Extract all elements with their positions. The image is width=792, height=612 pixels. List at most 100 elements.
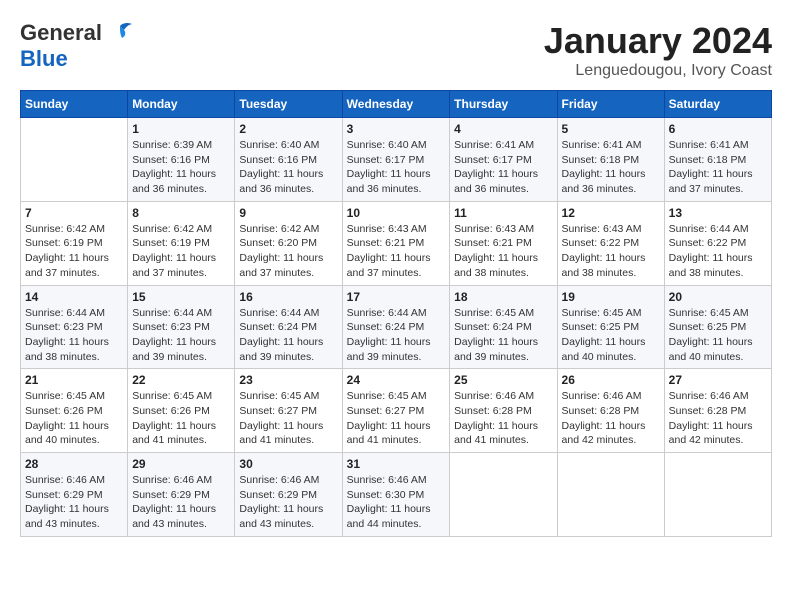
calendar-cell: 5Sunrise: 6:41 AM Sunset: 6:18 PM Daylig…	[557, 118, 664, 202]
calendar-cell: 3 Sunrise: 6:40 AM Sunset: 6:17 PM Daylig…	[342, 118, 450, 202]
calendar-week-row: 28Sunrise: 6:46 AM Sunset: 6:29 PM Dayli…	[21, 453, 772, 537]
day-number: 25	[454, 373, 552, 387]
calendar-cell: 7 Sunrise: 6:42 AM Sunset: 6:19 PM Daylig…	[21, 201, 128, 285]
calendar-week-row: 14Sunrise: 6:44 AM Sunset: 6:23 PM Dayli…	[21, 285, 772, 369]
calendar-cell: 9 Sunrise: 6:42 AM Sunset: 6:20 PM Daylig…	[235, 201, 342, 285]
weekday-header-sunday: Sunday	[21, 91, 128, 118]
page-header: General Blue January 2024 Lenguedougou, …	[20, 20, 772, 80]
calendar-cell: 4 Sunrise: 6:41 AM Sunset: 6:17 PM Daylig…	[450, 118, 557, 202]
calendar-cell: 28Sunrise: 6:46 AM Sunset: 6:29 PM Dayli…	[21, 453, 128, 537]
calendar-cell: 19 Sunrise: 6:45 AM Sunset: 6:25 PM Dayli…	[557, 285, 664, 369]
day-info: Sunrise: 6:45 AM Sunset: 6:27 PM Dayligh…	[239, 389, 337, 448]
day-info: Sunrise: 6:40 AM Sunset: 6:17 PM Dayligh…	[347, 138, 446, 197]
day-number: 9	[239, 206, 337, 220]
day-info: Sunrise: 6:43 AM Sunset: 6:21 PM Dayligh…	[347, 222, 446, 281]
calendar-title: January 2024	[544, 20, 772, 62]
calendar-cell: 6Sunrise: 6:41 AM Sunset: 6:18 PM Daylig…	[664, 118, 771, 202]
calendar-cell: 22 Sunrise: 6:45 AM Sunset: 6:26 PM Dayli…	[128, 369, 235, 453]
calendar-week-row: 21Sunrise: 6:45 AM Sunset: 6:26 PM Dayli…	[21, 369, 772, 453]
weekday-header-tuesday: Tuesday	[235, 91, 342, 118]
day-number: 27	[669, 373, 767, 387]
day-info: Sunrise: 6:44 AM Sunset: 6:23 PM Dayligh…	[25, 306, 123, 365]
calendar-cell: 15Sunrise: 6:44 AM Sunset: 6:23 PM Dayli…	[128, 285, 235, 369]
day-info: Sunrise: 6:42 AM Sunset: 6:19 PM Dayligh…	[25, 222, 123, 281]
day-info: Sunrise: 6:46 AM Sunset: 6:28 PM Dayligh…	[454, 389, 552, 448]
calendar-cell: 1 Sunrise: 6:39 AM Sunset: 6:16 PM Daylig…	[128, 118, 235, 202]
calendar-cell: 29 Sunrise: 6:46 AM Sunset: 6:29 PM Dayli…	[128, 453, 235, 537]
calendar-cell: 10 Sunrise: 6:43 AM Sunset: 6:21 PM Dayli…	[342, 201, 450, 285]
day-number: 19	[562, 290, 660, 304]
day-number: 26	[562, 373, 660, 387]
calendar-week-row: 1 Sunrise: 6:39 AM Sunset: 6:16 PM Daylig…	[21, 118, 772, 202]
calendar-cell: 13Sunrise: 6:44 AM Sunset: 6:22 PM Dayli…	[664, 201, 771, 285]
day-number: 13	[669, 206, 767, 220]
day-number: 31	[347, 457, 446, 471]
day-info: Sunrise: 6:46 AM Sunset: 6:29 PM Dayligh…	[25, 473, 123, 532]
day-info: Sunrise: 6:45 AM Sunset: 6:25 PM Dayligh…	[669, 306, 767, 365]
day-number: 29	[132, 457, 230, 471]
calendar-cell: 26 Sunrise: 6:46 AM Sunset: 6:28 PM Dayli…	[557, 369, 664, 453]
day-number: 20	[669, 290, 767, 304]
day-number: 10	[347, 206, 446, 220]
title-area: January 2024 Lenguedougou, Ivory Coast	[544, 20, 772, 80]
calendar-cell: 14Sunrise: 6:44 AM Sunset: 6:23 PM Dayli…	[21, 285, 128, 369]
calendar-cell: 23 Sunrise: 6:45 AM Sunset: 6:27 PM Dayli…	[235, 369, 342, 453]
day-number: 11	[454, 206, 552, 220]
calendar-week-row: 7 Sunrise: 6:42 AM Sunset: 6:19 PM Daylig…	[21, 201, 772, 285]
calendar-cell: 12Sunrise: 6:43 AM Sunset: 6:22 PM Dayli…	[557, 201, 664, 285]
calendar-cell: 25 Sunrise: 6:46 AM Sunset: 6:28 PM Dayli…	[450, 369, 557, 453]
day-info: Sunrise: 6:42 AM Sunset: 6:19 PM Dayligh…	[132, 222, 230, 281]
day-info: Sunrise: 6:46 AM Sunset: 6:30 PM Dayligh…	[347, 473, 446, 532]
calendar-cell: 31 Sunrise: 6:46 AM Sunset: 6:30 PM Dayli…	[342, 453, 450, 537]
calendar-cell	[21, 118, 128, 202]
calendar-table: SundayMondayTuesdayWednesdayThursdayFrid…	[20, 90, 772, 537]
day-info: Sunrise: 6:46 AM Sunset: 6:28 PM Dayligh…	[562, 389, 660, 448]
day-number: 1	[132, 122, 230, 136]
day-number: 16	[239, 290, 337, 304]
day-info: Sunrise: 6:46 AM Sunset: 6:29 PM Dayligh…	[132, 473, 230, 532]
calendar-cell: 16 Sunrise: 6:44 AM Sunset: 6:24 PM Dayli…	[235, 285, 342, 369]
calendar-cell: 8 Sunrise: 6:42 AM Sunset: 6:19 PM Daylig…	[128, 201, 235, 285]
day-number: 4	[454, 122, 552, 136]
day-info: Sunrise: 6:44 AM Sunset: 6:23 PM Dayligh…	[132, 306, 230, 365]
day-number: 18	[454, 290, 552, 304]
day-info: Sunrise: 6:45 AM Sunset: 6:25 PM Dayligh…	[562, 306, 660, 365]
weekday-header-saturday: Saturday	[664, 91, 771, 118]
day-number: 23	[239, 373, 337, 387]
day-info: Sunrise: 6:42 AM Sunset: 6:20 PM Dayligh…	[239, 222, 337, 281]
calendar-cell: 24 Sunrise: 6:45 AM Sunset: 6:27 PM Dayli…	[342, 369, 450, 453]
day-info: Sunrise: 6:46 AM Sunset: 6:29 PM Dayligh…	[239, 473, 337, 532]
calendar-cell: 11Sunrise: 6:43 AM Sunset: 6:21 PM Dayli…	[450, 201, 557, 285]
day-number: 5	[562, 122, 660, 136]
day-number: 22	[132, 373, 230, 387]
day-info: Sunrise: 6:41 AM Sunset: 6:18 PM Dayligh…	[669, 138, 767, 197]
day-info: Sunrise: 6:44 AM Sunset: 6:24 PM Dayligh…	[239, 306, 337, 365]
day-info: Sunrise: 6:45 AM Sunset: 6:24 PM Dayligh…	[454, 306, 552, 365]
day-info: Sunrise: 6:40 AM Sunset: 6:16 PM Dayligh…	[239, 138, 337, 197]
day-info: Sunrise: 6:45 AM Sunset: 6:27 PM Dayligh…	[347, 389, 446, 448]
weekday-header-wednesday: Wednesday	[342, 91, 450, 118]
day-number: 24	[347, 373, 446, 387]
calendar-cell	[450, 453, 557, 537]
calendar-cell: 2Sunrise: 6:40 AM Sunset: 6:16 PM Daylig…	[235, 118, 342, 202]
weekday-header-thursday: Thursday	[450, 91, 557, 118]
day-number: 8	[132, 206, 230, 220]
logo: General Blue	[20, 20, 134, 72]
day-number: 7	[25, 206, 123, 220]
day-info: Sunrise: 6:44 AM Sunset: 6:24 PM Dayligh…	[347, 306, 446, 365]
day-number: 30	[239, 457, 337, 471]
day-info: Sunrise: 6:39 AM Sunset: 6:16 PM Dayligh…	[132, 138, 230, 197]
day-info: Sunrise: 6:41 AM Sunset: 6:17 PM Dayligh…	[454, 138, 552, 197]
calendar-cell: 27Sunrise: 6:46 AM Sunset: 6:28 PM Dayli…	[664, 369, 771, 453]
calendar-cell	[664, 453, 771, 537]
weekday-header-monday: Monday	[128, 91, 235, 118]
weekday-header-friday: Friday	[557, 91, 664, 118]
day-number: 12	[562, 206, 660, 220]
day-number: 17	[347, 290, 446, 304]
day-number: 3	[347, 122, 446, 136]
day-info: Sunrise: 6:45 AM Sunset: 6:26 PM Dayligh…	[132, 389, 230, 448]
calendar-cell: 18 Sunrise: 6:45 AM Sunset: 6:24 PM Dayli…	[450, 285, 557, 369]
logo-bird-icon	[106, 22, 134, 44]
calendar-cell: 17 Sunrise: 6:44 AM Sunset: 6:24 PM Dayli…	[342, 285, 450, 369]
calendar-cell	[557, 453, 664, 537]
